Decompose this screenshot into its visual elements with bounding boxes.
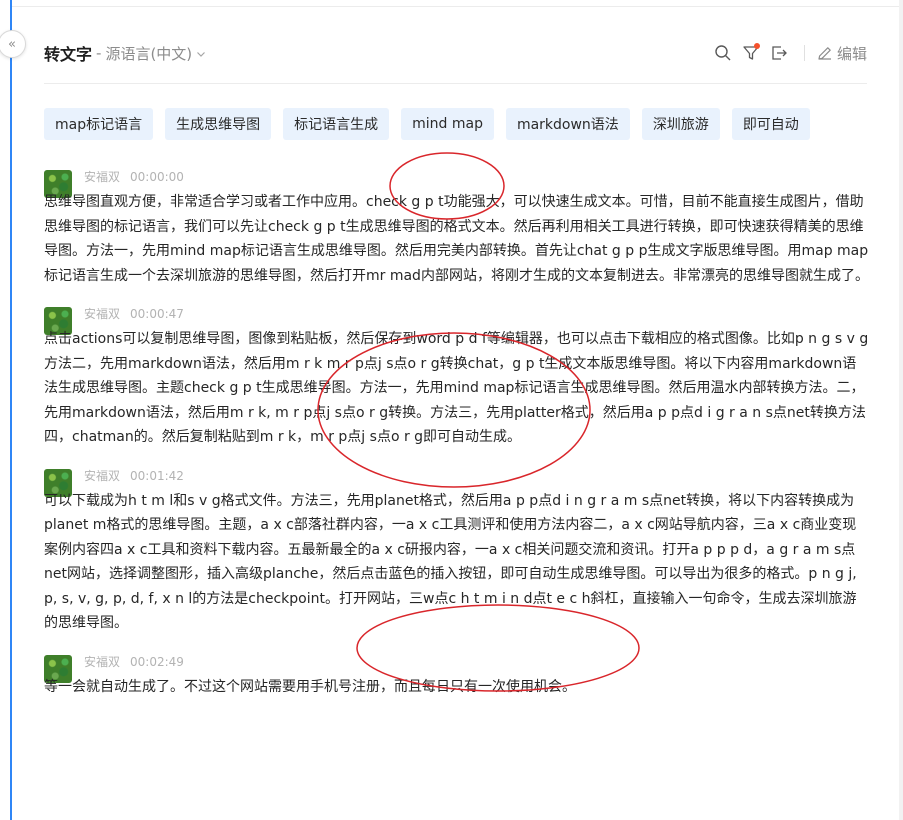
keyword-tags: map标记语言 生成思维导图 标记语言生成 mind map markdown语… (44, 108, 822, 140)
timestamp[interactable]: 00:02:49 (130, 655, 184, 669)
segment-meta: 安福双 00:00:47 (84, 305, 870, 323)
keyword-tag[interactable]: 生成思维导图 (165, 108, 272, 140)
source-language-select[interactable]: 源语言(中文) (105, 43, 192, 64)
segment-text[interactable]: 可以下载成为h t m l和s v g格式文件。方法三，先用planet格式，然… (44, 489, 870, 636)
timestamp[interactable]: 00:00:47 (130, 307, 184, 321)
edit-label: 编辑 (836, 44, 867, 63)
segment-text[interactable]: 思维导图直观方便，非常适合学习或者工作中应用。check g p t功能强大，可… (44, 190, 870, 288)
toolbar-divider (803, 45, 805, 61)
title-separator: - (96, 44, 102, 62)
transcript-list: 安福双 00:00:00 思维导图直观方便，非常适合学习或者工作中应用。check… (44, 168, 870, 716)
segment-text[interactable]: 点击actions可以复制思维导图，图像到粘贴板，然后保存到word p d f… (44, 327, 870, 450)
transcript-segment[interactable]: 安福双 00:02:49 等一会就自动生成了。不过这个网站需要用手机号注册，而且每… (44, 653, 870, 700)
transcript-segment[interactable]: 安福双 00:00:47 点击actions可以复制思维导图，图像到粘贴板，然后保… (44, 305, 870, 450)
speaker-name[interactable]: 安福双 (84, 655, 120, 669)
header-toolbar: 编辑 (706, 42, 867, 64)
double-chevron-left-icon: « (8, 36, 16, 52)
segment-meta: 安福双 00:00:00 (84, 168, 870, 186)
scrollbar-track[interactable] (899, 0, 903, 820)
speaker-name[interactable]: 安福双 (84, 307, 120, 321)
segment-text[interactable]: 等一会就自动生成了。不过这个网站需要用手机号注册，而且每日只有一次使用机会。 (44, 675, 870, 700)
transcript-segment[interactable]: 安福双 00:00:00 思维导图直观方便，非常适合学习或者工作中应用。check… (44, 168, 870, 288)
collapse-button[interactable]: « (0, 30, 26, 58)
edit-button[interactable]: 编辑 (817, 43, 867, 64)
speaker-name[interactable]: 安福双 (84, 469, 120, 483)
left-rail (0, 0, 12, 820)
filter-icon[interactable] (740, 42, 762, 64)
segment-meta: 安福双 00:02:49 (84, 653, 870, 671)
speaker-name[interactable]: 安福双 (84, 170, 120, 184)
panel-title: 转文字 (44, 45, 93, 64)
header-divider (44, 83, 867, 84)
chevron-down-icon[interactable] (196, 44, 206, 63)
search-icon[interactable] (712, 42, 734, 64)
pencil-icon (818, 47, 831, 60)
segment-meta: 安福双 00:01:42 (84, 467, 870, 485)
top-divider (12, 6, 899, 7)
notification-dot (753, 43, 760, 49)
export-icon[interactable] (768, 42, 790, 64)
timestamp[interactable]: 00:01:42 (130, 469, 184, 483)
keyword-tag[interactable]: 即可自动 (731, 108, 810, 140)
keyword-tag[interactable]: 深圳旅游 (641, 108, 720, 140)
keyword-tag[interactable]: map标记语言 (44, 108, 154, 140)
timestamp[interactable]: 00:00:00 (130, 170, 184, 184)
panel-header: 转文字 - 源语言(中文) 编辑 (44, 36, 867, 70)
keyword-tag[interactable]: mind map (401, 108, 494, 140)
transcript-segment[interactable]: 安福双 00:01:42 可以下载成为h t m l和s v g格式文件。方法三，… (44, 467, 870, 636)
keyword-tag[interactable]: markdown语法 (505, 108, 630, 140)
panel-accent-line (10, 0, 12, 820)
keyword-tag[interactable]: 标记语言生成 (283, 108, 390, 140)
